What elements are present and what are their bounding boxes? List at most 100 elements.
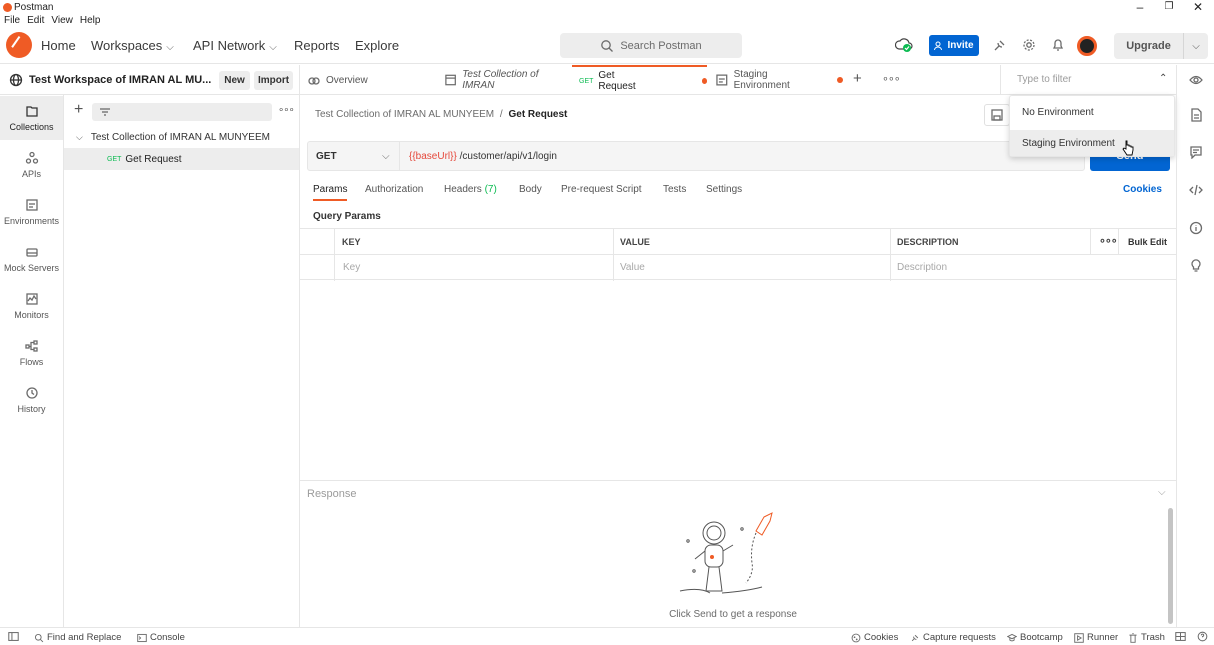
sidebar-item-flows[interactable]: Flows (0, 331, 63, 375)
minimize-button[interactable]: – (1130, 0, 1150, 14)
nav-workspaces[interactable]: Workspaces ⌵ (91, 38, 174, 53)
find-replace-button[interactable]: Find and Replace (34, 632, 121, 643)
capture-requests-button[interactable]: Capture requests (910, 632, 996, 643)
info-icon[interactable] (1189, 221, 1203, 235)
chevron-down-icon[interactable]: ⌵ (76, 132, 83, 143)
bell-icon[interactable] (1051, 38, 1065, 52)
menu-view[interactable]: View (51, 15, 73, 27)
comments-icon[interactable] (1189, 145, 1203, 159)
key-input[interactable]: Key (343, 262, 360, 273)
tab-collection-label: Test Collection of IMRAN (462, 69, 539, 91)
more-options-icon[interactable]: ∘∘∘ (278, 105, 295, 116)
sidebar-item-monitors[interactable]: Monitors (0, 284, 63, 328)
chevron-down-icon: ⌵ (166, 42, 174, 53)
tab-settings[interactable]: Settings (706, 184, 742, 195)
tab-staging-environment[interactable]: Staging Environment (708, 65, 843, 95)
response-scrollbar[interactable] (1168, 508, 1173, 624)
chevron-down-icon: ⌵ (382, 150, 390, 162)
menu-item-no-environment[interactable]: No Environment (1010, 99, 1174, 125)
history-icon (25, 387, 38, 399)
menu-help[interactable]: Help (80, 15, 101, 27)
tab-authorization[interactable]: Authorization (365, 184, 423, 195)
runner-icon (1074, 632, 1084, 643)
nav-explore[interactable]: Explore (355, 38, 399, 53)
search-bar[interactable]: Search Postman (560, 33, 742, 58)
environment-selector[interactable]: Type to filter ⌃ (1000, 65, 1176, 95)
save-button[interactable] (984, 104, 1010, 126)
workspace-name[interactable]: Test Workspace of IMRAN AL MU... (29, 74, 211, 86)
postman-brand-icon[interactable] (6, 32, 32, 58)
menu-edit[interactable]: Edit (27, 15, 44, 27)
collection-tree-item[interactable]: ⌵ Test Collection of IMRAN AL MUNYEEM (76, 132, 270, 143)
trash-button[interactable]: Trash (1128, 632, 1165, 643)
sidebar-item-history[interactable]: History (0, 378, 63, 422)
gear-icon[interactable] (1022, 38, 1036, 52)
save-icon (991, 109, 1003, 121)
tab-overview[interactable]: Overview (300, 65, 435, 95)
column-key: KEY (342, 237, 361, 247)
more-tabs-icon[interactable]: ∘∘∘ (882, 72, 901, 85)
two-pane-view-icon[interactable] (1175, 631, 1186, 642)
satellite-icon[interactable] (993, 38, 1007, 52)
tab-collection[interactable]: Test Collection of IMRAN (437, 65, 567, 95)
invite-button[interactable]: Invite (929, 35, 979, 56)
add-collection-plus-icon[interactable]: + (74, 101, 83, 119)
breadcrumb: Test Collection of IMRAN AL MUNYEEM / Ge… (315, 109, 567, 120)
cloud-sync-icon[interactable] (895, 37, 913, 53)
window-title: Postman (14, 2, 54, 13)
nav-home[interactable]: Home (41, 38, 76, 53)
bulk-edit-button[interactable]: Bulk Edit (1128, 237, 1167, 247)
breadcrumb-collection[interactable]: Test Collection of IMRAN AL MUNYEEM (315, 109, 494, 120)
params-table: KEY VALUE DESCRIPTION ∘∘∘ Bulk Edit Key … (300, 228, 1176, 281)
sidebar-item-environments[interactable]: Environments (0, 190, 63, 234)
headers-count: (7) (484, 184, 497, 195)
toggle-sidebar-icon[interactable] (8, 631, 19, 642)
collections-filter-input[interactable] (92, 103, 272, 121)
sidebar-item-mock-servers[interactable]: Mock Servers (0, 237, 63, 281)
description-input[interactable]: Description (897, 262, 947, 273)
new-tab-plus-icon[interactable]: + (853, 70, 862, 87)
close-window-button[interactable]: ✕ (1188, 0, 1208, 14)
more-options-icon[interactable]: ∘∘∘ (1099, 234, 1118, 247)
console-button[interactable]: Console (137, 632, 185, 643)
help-icon[interactable] (1197, 631, 1208, 642)
import-button[interactable]: Import (254, 71, 293, 90)
tab-headers[interactable]: Headers (7) (444, 184, 497, 195)
tab-tests[interactable]: Tests (663, 184, 686, 195)
nav-api-network[interactable]: API Network ⌵ (193, 38, 277, 53)
tab-get-request[interactable]: GET Get Request (572, 65, 707, 95)
upgrade-button[interactable]: Upgrade ⌵ (1114, 33, 1208, 59)
value-input[interactable]: Value (620, 262, 645, 273)
code-icon[interactable] (1189, 183, 1203, 197)
new-button[interactable]: New (219, 71, 250, 90)
collection-name: Test Collection of IMRAN AL MUNYEEM (90, 132, 270, 143)
chevron-down-icon[interactable]: ⌵ (1158, 487, 1166, 498)
search-icon (601, 39, 614, 52)
cookies-link[interactable]: Cookies (1123, 184, 1162, 195)
chevron-up-icon[interactable]: ⌃ (1159, 73, 1167, 84)
chevron-down-icon[interactable]: ⌵ (1184, 41, 1208, 52)
maximize-button[interactable]: ❐ (1159, 1, 1179, 12)
bootcamp-label: Bootcamp (1020, 632, 1063, 643)
bootcamp-button[interactable]: Bootcamp (1007, 632, 1063, 643)
flows-icon (24, 340, 38, 352)
url-input[interactable]: {{baseUrl}} /customer/api/v1/login (409, 151, 557, 162)
method-select[interactable]: GET ⌵ (308, 142, 400, 170)
request-tree-item[interactable]: GET Get Request (64, 148, 299, 170)
sidebar-item-apis[interactable]: APIs (0, 143, 63, 187)
lightbulb-icon[interactable] (1189, 258, 1203, 272)
tab-params[interactable]: Params (313, 184, 348, 201)
tab-pre-request-script[interactable]: Pre-request Script (561, 184, 642, 195)
eye-icon[interactable] (1189, 73, 1203, 87)
sidebar-item-collections[interactable]: Collections (0, 96, 63, 140)
documentation-icon[interactable] (1189, 108, 1203, 122)
cookies-button[interactable]: Cookies (851, 632, 898, 643)
globe-icon (9, 73, 23, 87)
menu-item-staging-environment[interactable]: Staging Environment (1010, 130, 1174, 156)
avatar[interactable] (1077, 36, 1097, 56)
tab-body[interactable]: Body (519, 184, 542, 195)
nav-reports[interactable]: Reports (294, 38, 340, 53)
environment-filter-input[interactable]: Type to filter (1017, 74, 1071, 85)
menu-file[interactable]: File (4, 15, 20, 27)
runner-button[interactable]: Runner (1074, 632, 1118, 643)
